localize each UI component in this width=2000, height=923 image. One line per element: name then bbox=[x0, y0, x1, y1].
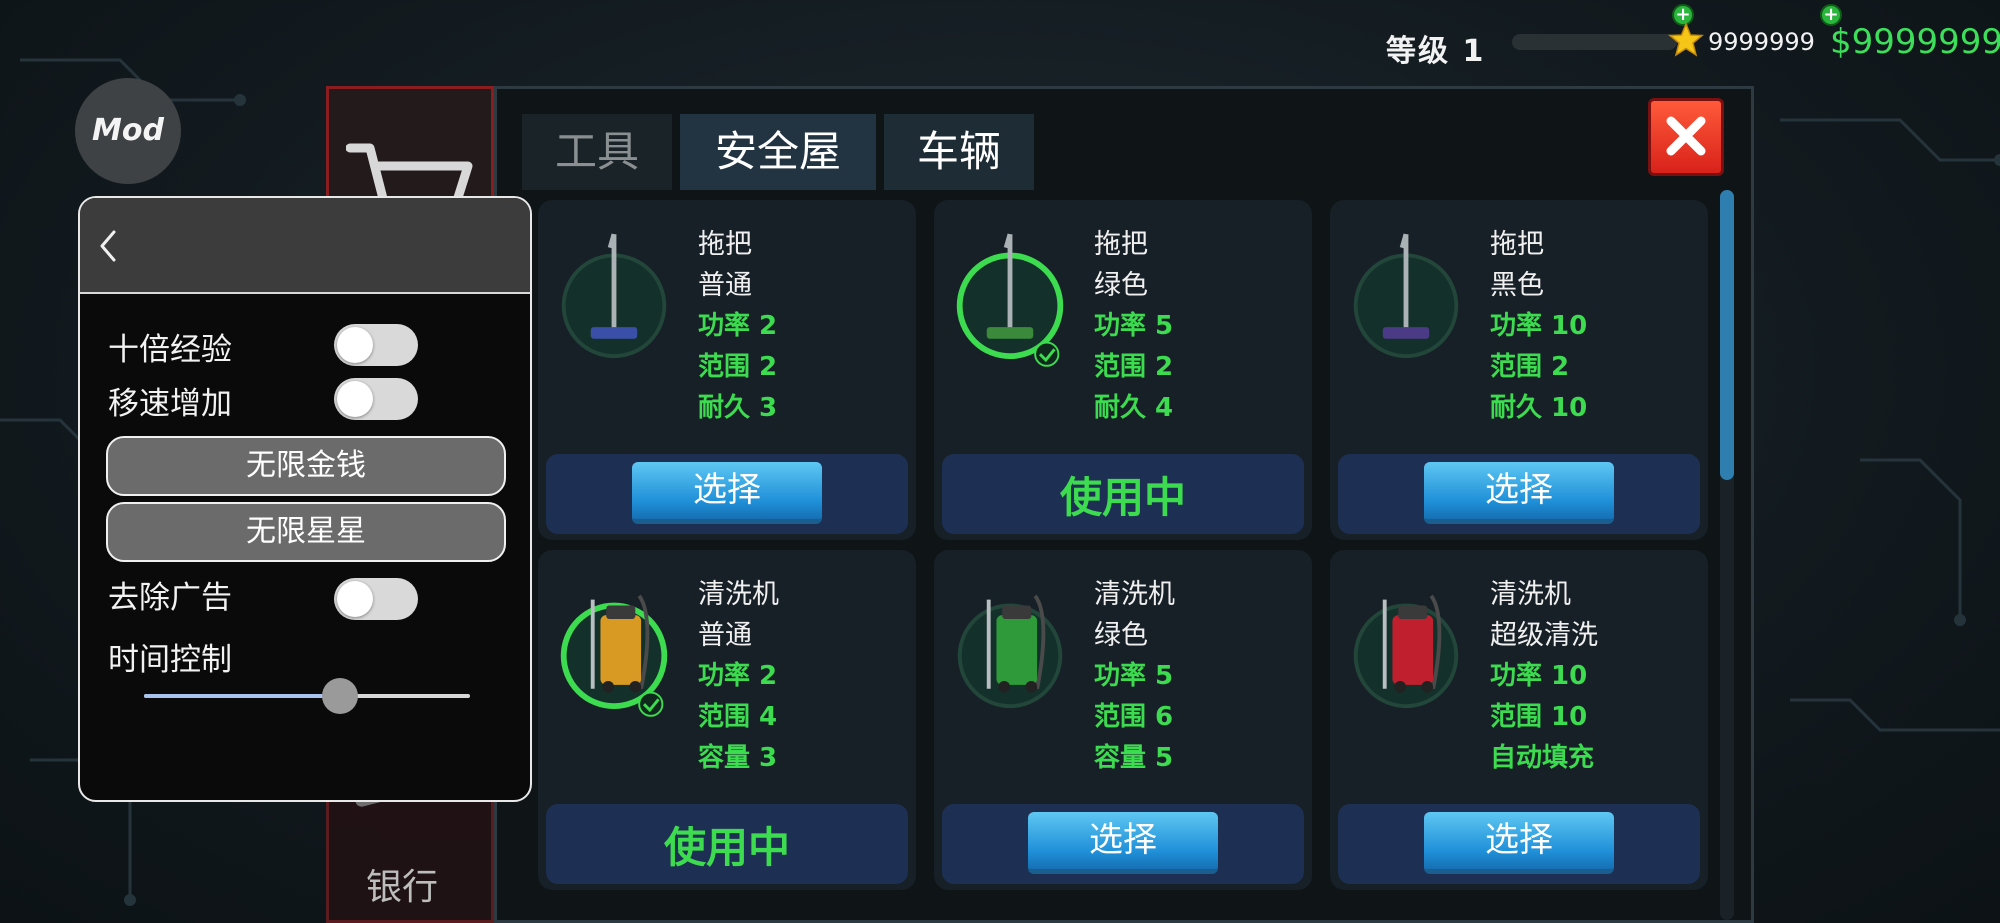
item-variant: 普通 bbox=[698, 620, 752, 651]
toggle-label-speed: 移速增加 bbox=[108, 386, 232, 422]
item-name: 拖把 bbox=[1490, 229, 1544, 260]
item-stat: 耐久 4 bbox=[1094, 393, 1174, 423]
nav-label-bank[interactable]: 银行 bbox=[318, 858, 486, 910]
scrollbar-thumb[interactable] bbox=[1720, 190, 1734, 480]
item-card: 清洗机超级清洗功率 10 范围 10 自动填充选择 bbox=[1330, 550, 1708, 890]
item-stat: 功率 5 bbox=[1094, 311, 1174, 341]
time-control-slider[interactable] bbox=[144, 678, 470, 714]
item-details: 拖把普通功率 2 范围 2 耐久 3 bbox=[698, 224, 777, 429]
mop-icon bbox=[1353, 233, 1459, 359]
stars-count: 9999999 bbox=[1708, 28, 1815, 56]
item-card: 拖把普通功率 2 范围 2 耐久 3 选择 bbox=[538, 200, 916, 540]
item-stat: 自动填充 bbox=[1490, 743, 1595, 773]
toggle-speed[interactable] bbox=[334, 378, 418, 420]
in-use-label: 使用中 bbox=[663, 823, 790, 872]
item-stat: 容量 3 bbox=[698, 743, 778, 773]
item-details: 拖把绿色功率 5 范围 2 耐久 4 bbox=[1094, 224, 1173, 429]
select-button[interactable]: 选择 bbox=[1424, 462, 1614, 524]
time-control-label: 时间控制 bbox=[108, 642, 232, 678]
item-stat: 范围 6 bbox=[1094, 702, 1174, 732]
item-card: 清洗机普通功率 2 范围 4 容量 3 使用中 bbox=[538, 550, 916, 890]
select-button[interactable]: 选择 bbox=[1424, 812, 1614, 874]
toggle-xp[interactable] bbox=[334, 324, 418, 366]
tab-tools[interactable]: 工具 bbox=[522, 114, 672, 190]
back-chevron-icon[interactable] bbox=[96, 228, 120, 264]
item-stat: 耐久 3 bbox=[698, 393, 778, 423]
item-variant: 黑色 bbox=[1490, 270, 1544, 301]
item-variant: 超级清洗 bbox=[1490, 620, 1598, 651]
mod-menu-header bbox=[80, 198, 530, 294]
xp-progress-bar bbox=[1512, 34, 1677, 50]
select-button[interactable]: 选择 bbox=[632, 462, 822, 524]
infinite-money-button[interactable]: 无限金钱 bbox=[106, 436, 506, 496]
toggle-label-ads: 去除广告 bbox=[108, 580, 232, 616]
item-stat: 容量 5 bbox=[1094, 743, 1174, 773]
item-name: 清洗机 bbox=[1490, 579, 1571, 610]
tab-safehouse[interactable]: 安全屋 bbox=[680, 114, 876, 190]
item-stat: 耐久 10 bbox=[1490, 393, 1588, 423]
item-stat: 功率 2 bbox=[698, 311, 778, 341]
item-stat: 范围 10 bbox=[1490, 702, 1588, 732]
mod-badge[interactable]: Mod bbox=[75, 78, 181, 184]
money-count: $9999999 bbox=[1830, 22, 2000, 62]
infinite-stars-button[interactable]: 无限星星 bbox=[106, 502, 506, 562]
mop-icon bbox=[561, 233, 667, 359]
item-footer: 选择 bbox=[1338, 804, 1700, 884]
item-footer: 使用中 bbox=[942, 454, 1304, 534]
item-name: 清洗机 bbox=[1094, 579, 1175, 610]
item-stat: 功率 10 bbox=[1490, 311, 1588, 341]
item-stat: 范围 2 bbox=[1490, 352, 1570, 382]
item-variant: 绿色 bbox=[1094, 270, 1148, 301]
item-name: 清洗机 bbox=[698, 579, 779, 610]
item-card: 拖把绿色功率 5 范围 2 耐久 4 使用中 bbox=[934, 200, 1312, 540]
item-name: 拖把 bbox=[1094, 229, 1148, 260]
pressure-washer-icon bbox=[957, 594, 1063, 709]
item-name: 拖把 bbox=[698, 229, 752, 260]
item-details: 拖把黑色功率 10 范围 2 耐久 10 bbox=[1490, 224, 1587, 429]
item-stat: 功率 5 bbox=[1094, 661, 1174, 691]
time-slider-fill bbox=[144, 694, 340, 698]
item-variant: 绿色 bbox=[1094, 620, 1148, 651]
level-label: 等级 1 bbox=[1386, 34, 1486, 69]
toggle-label-xp: 十倍经验 bbox=[108, 332, 232, 368]
item-variant: 普通 bbox=[698, 270, 752, 301]
close-icon bbox=[1666, 116, 1706, 156]
tab-vehicles[interactable]: 车辆 bbox=[884, 114, 1034, 190]
mod-menu-panel: 十倍经验 移速增加 无限金钱 无限星星 去除广告 时间控制 bbox=[78, 196, 532, 802]
item-details: 清洗机超级清洗功率 10 范围 10 自动填充 bbox=[1490, 574, 1598, 779]
pressure-washer-icon bbox=[560, 594, 668, 717]
item-footer: 使用中 bbox=[546, 804, 908, 884]
close-button[interactable] bbox=[1648, 98, 1724, 176]
item-card: 拖把黑色功率 10 范围 2 耐久 10 选择 bbox=[1330, 200, 1708, 540]
item-footer: 选择 bbox=[546, 454, 908, 534]
item-stat: 范围 4 bbox=[698, 702, 778, 732]
pressure-washer-icon bbox=[1353, 594, 1459, 709]
item-stat: 功率 2 bbox=[698, 661, 778, 691]
star-icon bbox=[1668, 22, 1704, 57]
item-stat: 范围 2 bbox=[698, 352, 778, 382]
select-button[interactable]: 选择 bbox=[1028, 812, 1218, 874]
item-footer: 选择 bbox=[1338, 454, 1700, 534]
item-footer: 选择 bbox=[942, 804, 1304, 884]
item-details: 清洗机普通功率 2 范围 4 容量 3 bbox=[698, 574, 779, 779]
item-stat: 功率 10 bbox=[1490, 661, 1588, 691]
mop-icon bbox=[956, 233, 1064, 367]
item-stat: 范围 2 bbox=[1094, 352, 1174, 382]
toggle-remove-ads[interactable] bbox=[334, 578, 418, 620]
item-details: 清洗机绿色功率 5 范围 6 容量 5 bbox=[1094, 574, 1175, 779]
time-slider-knob[interactable] bbox=[321, 678, 358, 714]
in-use-label: 使用中 bbox=[1059, 473, 1186, 522]
item-card: 清洗机绿色功率 5 范围 6 容量 5 选择 bbox=[934, 550, 1312, 890]
